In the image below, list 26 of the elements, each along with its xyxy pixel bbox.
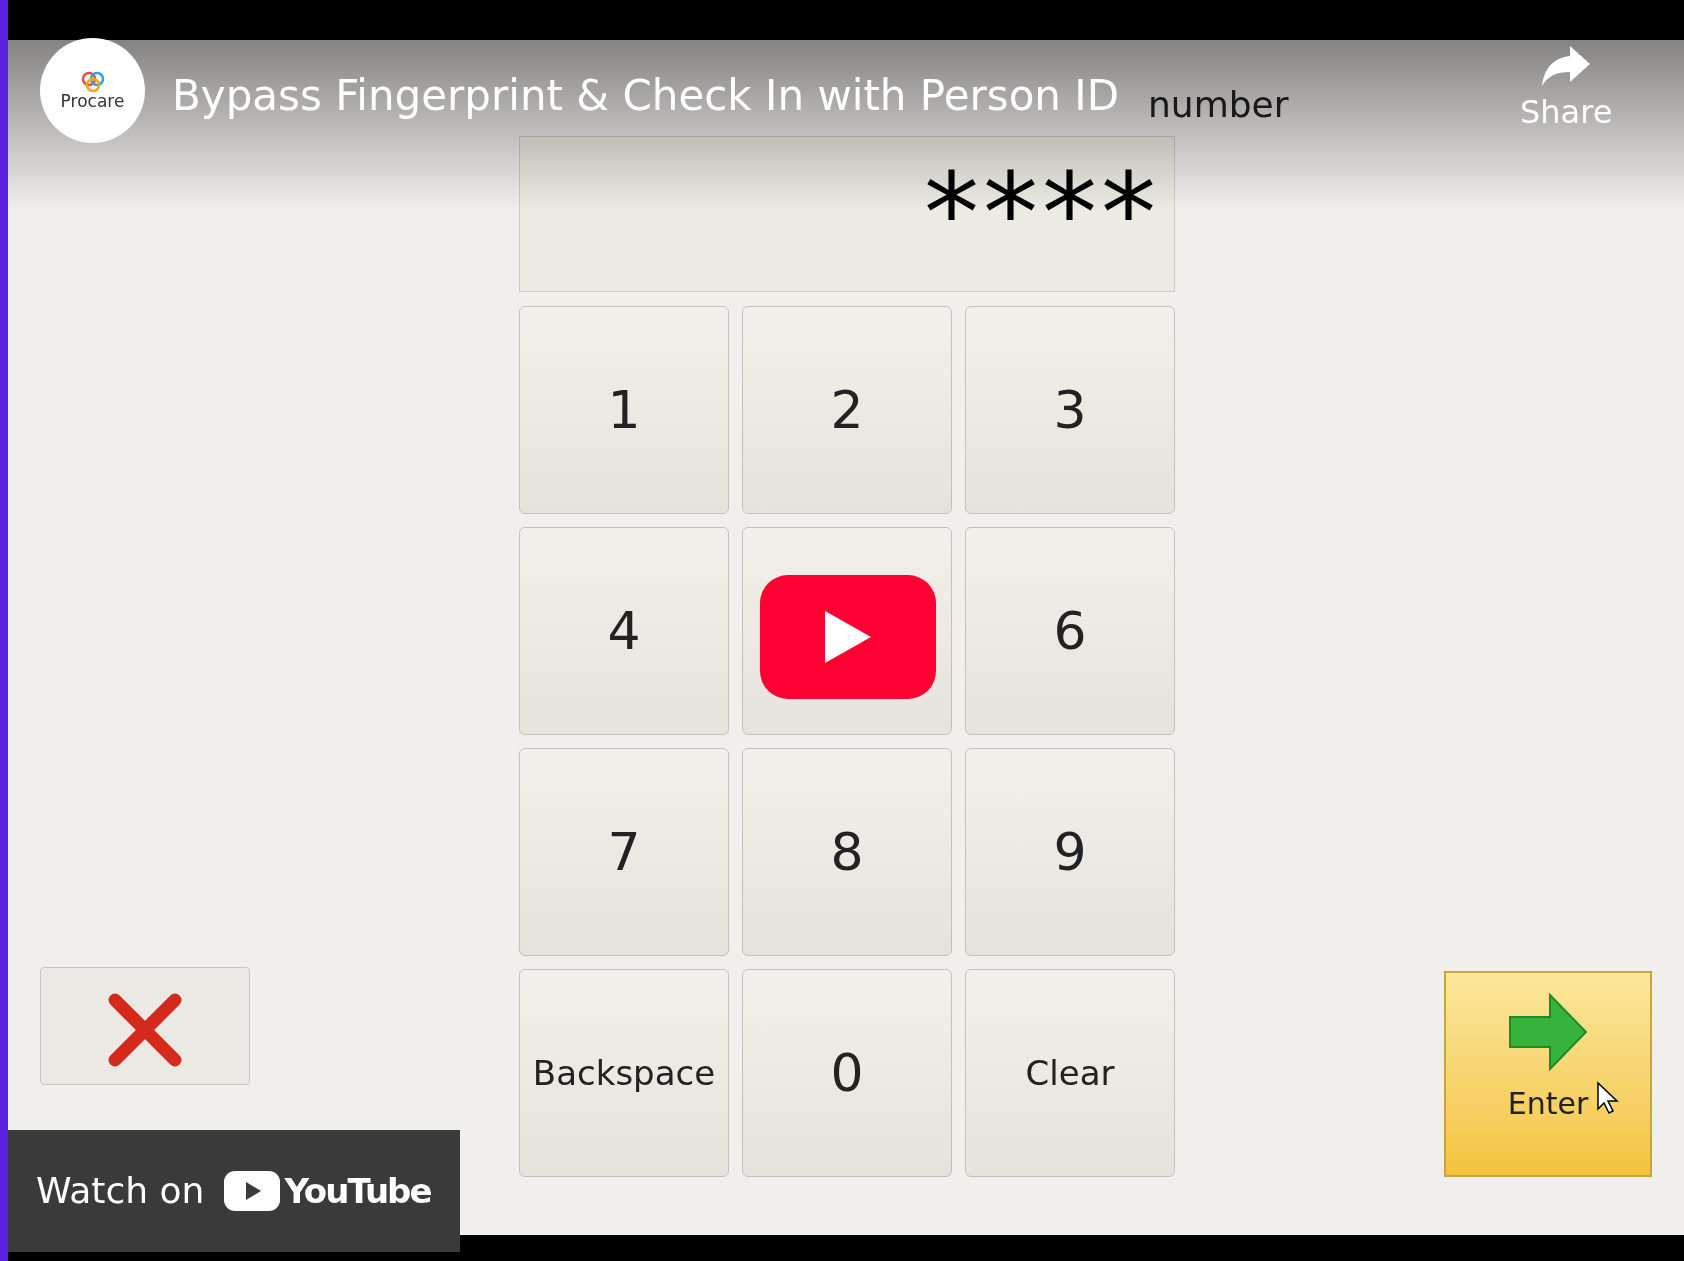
keypad-key[interactable]: 2 <box>742 306 952 514</box>
keypad-key[interactable]: 3 <box>965 306 1175 514</box>
cursor-icon <box>1596 1081 1620 1115</box>
play-button[interactable] <box>760 575 936 699</box>
pin-display: **** <box>519 136 1175 292</box>
watch-on-youtube-button[interactable]: Watch on YouTube <box>8 1130 460 1252</box>
keypad-key[interactable]: 7 <box>519 748 729 956</box>
keypad-key[interactable]: 1 <box>519 306 729 514</box>
keypad-key[interactable]: Backspace <box>519 969 729 1177</box>
prompt-text: number <box>1148 83 1289 127</box>
cancel-button[interactable] <box>40 967 250 1085</box>
knot-icon <box>79 71 106 93</box>
keypad-key[interactable]: 9 <box>965 748 1175 956</box>
logo-text: Procare <box>60 93 125 110</box>
keypad-key[interactable]: 4 <box>519 527 729 735</box>
keypad-key[interactable]: 0 <box>742 969 952 1177</box>
keypad-key[interactable]: 6 <box>965 527 1175 735</box>
enter-button[interactable]: Enter <box>1444 971 1652 1177</box>
play-icon <box>825 611 871 663</box>
watch-on-text: Watch on <box>36 1169 205 1213</box>
youtube-wordmark: YouTube <box>284 1169 431 1213</box>
keypad-key[interactable]: 8 <box>742 748 952 956</box>
close-icon <box>107 992 183 1068</box>
youtube-play-icon <box>224 1171 281 1211</box>
arrow-right-icon <box>1508 993 1588 1071</box>
keypad-key[interactable]: Clear <box>965 969 1175 1177</box>
